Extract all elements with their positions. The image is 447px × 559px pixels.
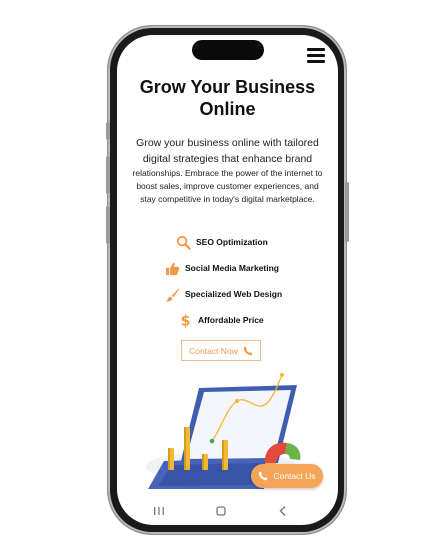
contact-us-floating-button[interactable]: Contact Us — [251, 464, 323, 488]
feature-label: Specialized Web Design — [185, 289, 283, 299]
feature-label: SEO Optimization — [196, 237, 268, 247]
phone-icon — [259, 471, 268, 481]
camera-notch — [192, 40, 264, 60]
paint-brush-icon — [164, 286, 180, 302]
back-icon[interactable] — [273, 502, 293, 520]
dollar-icon: $ — [177, 312, 193, 328]
search-icon — [175, 234, 191, 250]
svg-text:$: $ — [180, 313, 190, 327]
feature-label: Affordable Price — [198, 315, 264, 325]
phone-volume-down-button — [106, 206, 110, 244]
contact-now-label: Contact Now — [189, 345, 238, 356]
phone-power-button — [345, 182, 349, 242]
android-nav-bar — [117, 500, 338, 522]
hamburger-menu-icon[interactable] — [307, 48, 325, 64]
contact-us-label: Contact Us — [273, 471, 316, 481]
feature-item-price: $ Affordable Price — [177, 311, 264, 329]
feature-item-seo: SEO Optimization — [175, 233, 268, 251]
intro-line-small: relationships. Embrace the power of the … — [132, 168, 323, 204]
feature-item-social: Social Media Marketing — [164, 259, 279, 277]
recent-apps-icon[interactable] — [149, 502, 169, 520]
phone-icon — [243, 346, 253, 355]
feature-label: Social Media Marketing — [185, 263, 279, 273]
phone-screen: Grow Your Business Online Grow your busi… — [117, 35, 338, 525]
home-icon[interactable] — [211, 502, 231, 520]
phone-volume-up-button — [106, 156, 110, 194]
intro-text: Grow your business online with tailored … — [131, 135, 324, 206]
intro-line-large: Grow your business online with tailored … — [136, 137, 319, 165]
thumbs-up-icon — [164, 260, 180, 276]
feature-item-web-design: Specialized Web Design — [164, 285, 282, 303]
page-title: Grow Your Business Online — [139, 77, 316, 119]
phone-side-button — [106, 122, 110, 140]
